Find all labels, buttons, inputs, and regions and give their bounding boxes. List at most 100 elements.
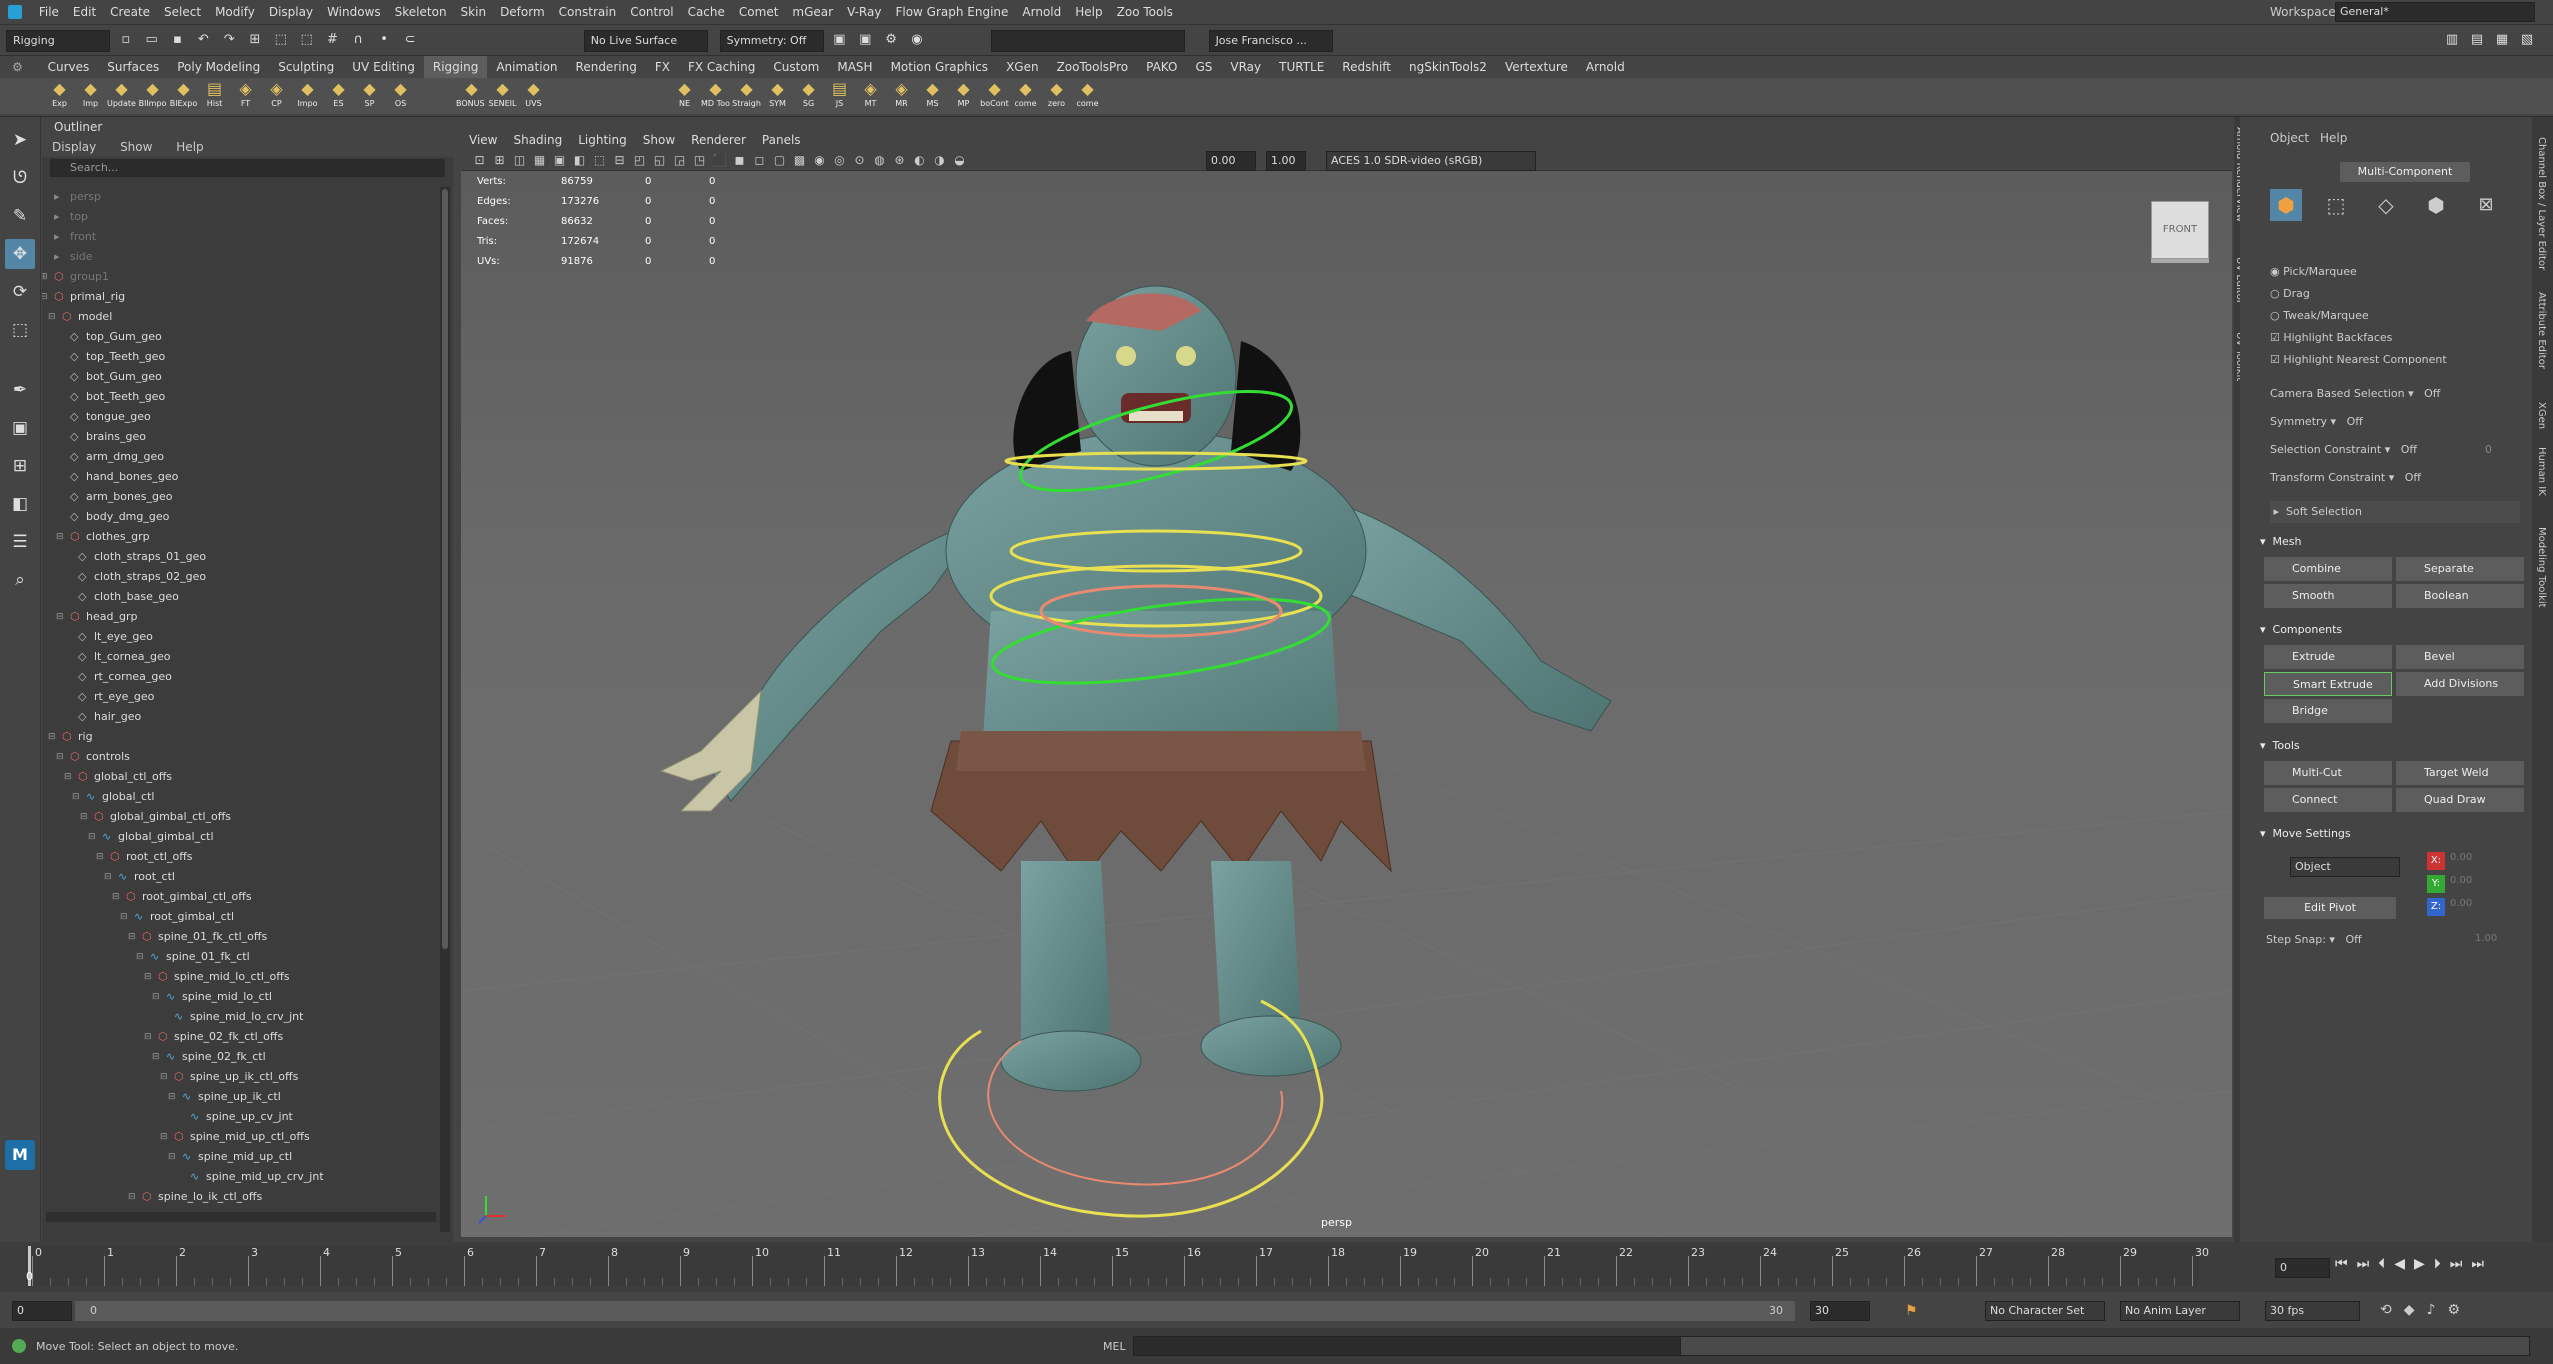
anim-layer-select[interactable]: No Anim Layer xyxy=(2120,1301,2240,1321)
expand-toggle-icon[interactable]: ⊟ xyxy=(112,887,120,907)
save-scene-icon[interactable]: ▪ xyxy=(167,30,187,50)
four-view-layout-icon[interactable]: ⊞ xyxy=(5,451,35,481)
step-back-frame-icon[interactable]: ⏴ xyxy=(2378,1256,2394,1272)
auto-key-icon[interactable]: ⚑ xyxy=(1905,1303,1918,1319)
search-icon[interactable]: ⌕ xyxy=(5,565,35,595)
expand-toggle-icon[interactable]: ⊟ xyxy=(96,847,104,867)
outliner-row[interactable]: ◇ top_Teeth_geo xyxy=(42,347,442,367)
mesh-section-title[interactable]: ▾ Mesh xyxy=(2260,535,2301,548)
viewport-toolbar-icon[interactable]: ◳ xyxy=(691,150,708,170)
show-manipulator-icon[interactable]: ✒ xyxy=(5,375,35,405)
mel-label[interactable]: MEL xyxy=(1103,1340,1126,1353)
time-ruler[interactable]: 0 1 2 3 4 5 6 7 8 9 10 11 12 13 14 15 16 17 18 19 20 21 22 23 24… xyxy=(28,1246,2209,1286)
shelf-tab-uv-editing[interactable]: UV Editing xyxy=(343,56,424,78)
shelf-update-icon[interactable]: ◆ Update xyxy=(106,79,137,112)
multi-cut-button[interactable]: Multi-Cut xyxy=(2264,761,2392,785)
viewport-toolbar-icon[interactable]: ◍ xyxy=(871,150,888,170)
colorspace-select[interactable]: ACES 1.0 SDR-video (sRGB) xyxy=(1326,151,1536,171)
viewport-toolbar-icon[interactable]: ▣ xyxy=(551,150,568,170)
snap-curve-icon[interactable]: ∩ xyxy=(348,30,368,50)
smart-extrude-button[interactable]: Smart Extrude xyxy=(2264,672,2392,696)
magnet-icon[interactable]: ⊂ xyxy=(400,30,420,50)
menu-cache[interactable]: Cache xyxy=(681,0,732,24)
select-object-icon[interactable]: ⬚ xyxy=(271,30,291,50)
viewport-toolbar-icon[interactable]: ⬚ xyxy=(591,150,608,170)
shelf-tab-rigging[interactable]: Rigging xyxy=(423,56,488,78)
z-value-field[interactable]: 0.00 xyxy=(2450,898,2472,909)
shelf-impo-icon[interactable]: ◆ Impo xyxy=(292,79,323,112)
menu-create[interactable]: Create xyxy=(103,0,157,24)
step-back-key-icon[interactable]: ⏭ xyxy=(2357,1256,2379,1272)
menu-control[interactable]: Control xyxy=(623,0,680,24)
outliner-row[interactable]: ⊟ ∿ spine_mid_lo_ctl xyxy=(42,987,442,1007)
perspective-viewport[interactable]: Verts: 86759 0 0 Edges: 173276 0 0 Faces: 86632 0 0… xyxy=(461,171,2232,1237)
viewport-toolbar-icon[interactable]: ◧ xyxy=(571,150,588,170)
outliner-row[interactable]: ◇ hair_geo xyxy=(42,707,442,727)
loop-icon[interactable]: ⟲ xyxy=(2380,1302,2404,1318)
troll-character[interactable] xyxy=(659,285,1612,1092)
outliner-row[interactable]: ◇ top_Gum_geo xyxy=(42,327,442,347)
go-to-end-icon[interactable]: ⏭ xyxy=(2471,1256,2493,1272)
menu-skin[interactable]: Skin xyxy=(454,0,494,24)
shelf-blimpo-icon[interactable]: ◆ BlImpo xyxy=(137,79,168,112)
outliner-row[interactable]: ⊟ ∿ spine_mid_up_ctl xyxy=(42,1147,442,1167)
outliner-row[interactable]: ⊟ ⬡ root_ctl_offs xyxy=(42,847,442,867)
shelf-tab-poly-modeling[interactable]: Poly Modeling xyxy=(168,56,269,78)
workspace-select[interactable]: General* xyxy=(2335,2,2535,22)
transform-constraint[interactable]: Transform Constraint ▾ Off xyxy=(2270,471,2421,484)
shelf-tab-custom[interactable]: Custom xyxy=(764,56,828,78)
outliner-scroll-thumb[interactable] xyxy=(442,189,448,949)
viewport-toolbar-icon[interactable]: ◎ xyxy=(831,150,848,170)
shelf-tab-rendering[interactable]: Rendering xyxy=(567,56,646,78)
viewport-toolbar-icon[interactable]: ◑ xyxy=(931,150,948,170)
menu-skeleton[interactable]: Skeleton xyxy=(388,0,454,24)
play-forwards-icon[interactable]: ▶ xyxy=(2414,1256,2434,1272)
smooth-button[interactable]: Smooth xyxy=(2264,584,2392,608)
outliner-layout-icon[interactable]: ☰ xyxy=(5,527,35,557)
expand-toggle-icon[interactable]: ⊟ xyxy=(42,287,48,307)
menu-constrain[interactable]: Constrain xyxy=(552,0,624,24)
viewport-toolbar-icon[interactable]: ◼ xyxy=(731,150,748,170)
outliner-row[interactable]: ∿ spine_mid_up_crv_jnt xyxy=(42,1167,442,1187)
viewport-toolbar-icon[interactable]: ◰ xyxy=(631,150,648,170)
expand-toggle-icon[interactable]: ⊟ xyxy=(56,527,64,547)
menu-flow-graph-engine[interactable]: Flow Graph Engine xyxy=(888,0,1015,24)
combine-button[interactable]: Combine xyxy=(2264,557,2392,581)
render-settings-icon[interactable]: ⚙ xyxy=(881,30,901,50)
shelf-tab-arnold[interactable]: Arnold xyxy=(1577,56,1634,78)
select-tool-icon[interactable]: ➤ xyxy=(5,125,35,155)
viewport-menu-lighting[interactable]: Lighting xyxy=(570,130,635,150)
snap-point-icon[interactable]: • xyxy=(374,30,394,50)
check-highlight-backfaces[interactable]: ☑ Highlight Backfaces xyxy=(2270,331,2392,344)
outliner-row[interactable]: ⊟ ⬡ primal_rig xyxy=(42,287,442,307)
render-frame-icon[interactable]: ▣ xyxy=(829,30,849,50)
menu-deform[interactable]: Deform xyxy=(493,0,552,24)
shelf-tab-mash[interactable]: MASH xyxy=(828,56,881,78)
viewport-toolbar-icon[interactable]: ◉ xyxy=(811,150,828,170)
scale-tool-icon[interactable]: ⬚ xyxy=(5,315,35,345)
outliner-row[interactable]: ⊟ ⬡ spine_01_fk_ctl_offs xyxy=(42,927,442,947)
outliner-row[interactable]: ◇ lt_cornea_geo xyxy=(42,647,442,667)
viewport-toolbar-icon[interactable]: ◱ xyxy=(651,150,668,170)
shelf-tab-zootoolspro[interactable]: ZooToolsPro xyxy=(1048,56,1138,78)
select-hierarchy-icon[interactable]: ⊞ xyxy=(245,30,265,50)
shelf-tab-fx[interactable]: FX xyxy=(646,56,679,78)
outliner-row[interactable]: ⊟ ⬡ spine_02_fk_ctl_offs xyxy=(42,1027,442,1047)
outliner-row[interactable]: ⊟ ∿ spine_up_ik_ctl xyxy=(42,1087,442,1107)
object-mode-icon[interactable]: ⬢ xyxy=(2270,189,2302,221)
camera-based-selection[interactable]: Camera Based Selection ▾ Off xyxy=(2270,387,2440,400)
time-slider[interactable]: 0 1 2 3 4 5 6 7 8 9 10 11 12 13 14 15 16 17 18 19 20 21 22 23 24… xyxy=(0,1242,2553,1292)
expand-toggle-icon[interactable]: ⊟ xyxy=(168,1087,176,1107)
expand-toggle-icon[interactable]: ⊟ xyxy=(128,927,136,947)
expand-toggle-icon[interactable]: ⊟ xyxy=(104,867,112,887)
menu-windows[interactable]: Windows xyxy=(320,0,388,24)
shelf-seneil-icon[interactable]: ◆ SENEIL xyxy=(487,79,518,112)
expand-toggle-icon[interactable]: ⊟ xyxy=(56,747,64,767)
shelf-uvs-icon[interactable]: ◆ UVS xyxy=(518,79,549,112)
attribute-editor-toggle-icon[interactable]: ▤ xyxy=(2467,30,2487,50)
expand-toggle-icon[interactable]: ⊟ xyxy=(80,807,88,827)
outliner-row[interactable]: ⊟ ⬡ spine_mid_up_ctl_offs xyxy=(42,1127,442,1147)
open-scene-icon[interactable]: ▭ xyxy=(142,30,162,50)
mel-command-input[interactable] xyxy=(1133,1336,1683,1356)
outliner-row[interactable]: ▸ side xyxy=(42,247,442,267)
